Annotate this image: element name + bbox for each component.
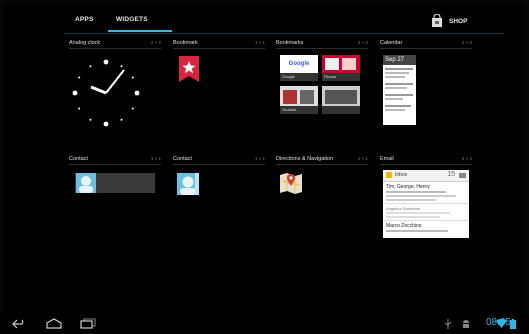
widget-divider [173,164,265,165]
widget-email[interactable]: Email 3 × 2 Inbox 15 Tim, George, Henry … [380,156,472,246]
widget-size: 2 × 2 [150,40,161,45]
widget-title: Contact [69,156,88,162]
widget-title: Bookmark [173,40,198,46]
widget-divider [380,48,472,49]
back-icon[interactable] [12,319,26,329]
email-count: 15 [447,171,455,178]
tab-divider [64,33,504,34]
email-account: Inbox [395,172,408,178]
email-sender: Marco Zecchino [386,223,422,229]
widget-analog-clock[interactable]: Analog clock 2 × 2 [69,40,161,140]
widget-size: 2 × 3 [461,40,472,45]
bookmark-label: Picasa [322,73,360,81]
usb-icon [444,319,452,329]
email-account-icon [386,172,392,178]
widget-bookmark[interactable]: Bookmark 1 × 1 [173,40,265,140]
map-icon [280,173,302,194]
screen: APPS WIDGETS SHOP Analog clock 2 × 2 Boo… [4,4,525,314]
recent-apps-icon[interactable] [80,318,96,329]
compose-icon [459,173,466,178]
contact-avatar-icon [177,173,199,195]
widget-divider [276,164,368,165]
contact-avatar-icon [76,173,96,193]
battery-icon [510,319,516,329]
system-navigation-bar: 08:05 [0,314,529,334]
widget-size: 3 × 3 [357,40,368,45]
widget-calendar[interactable]: Calendar 2 × 3 Sep 27 [380,40,472,140]
calendar-date: Sep 27 [383,55,416,65]
widget-contact-wide[interactable]: Contact 3 × 1 [69,156,161,246]
widget-title: Analog clock [69,40,101,46]
tab-apps[interactable]: APPS [75,16,94,23]
widget-title: Email [380,156,394,162]
widget-title: Calendar [380,40,403,46]
bookmark-thumb-google: Google Google [280,55,318,81]
widget-size: 3 × 1 [150,156,161,161]
widget-contact[interactable]: Contact 1 × 1 [173,156,265,246]
email-sender: Angelina Santhowe [386,206,421,211]
widget-title: Directions & Navigation [276,156,334,162]
bookmark-thumb-4 [322,86,360,114]
widget-title: Bookmarks [276,40,304,46]
widget-directions-navigation[interactable]: Directions & Navigation 1 × 1 [276,156,368,246]
widget-bookmarks[interactable]: Bookmarks 3 × 3 Google Google Picasa You… [276,40,368,140]
shop-button[interactable]: SHOP [431,13,467,29]
widget-divider [276,48,368,49]
bookmark-thumb-picasa: Picasa [322,55,360,81]
bookmark-label: Youtube [280,106,318,114]
widget-divider [380,164,472,165]
active-tab-indicator [108,30,172,32]
shop-label: SHOP [449,17,468,25]
bookmark-label: Google [280,73,318,81]
widget-size: 3 × 2 [461,156,472,161]
bookmark-thumb-youtube: Youtube [280,86,318,114]
email-header: Inbox 15 [383,170,469,182]
widget-divider [69,48,161,49]
email-preview: Inbox 15 Tim, George, Henry Angelina San… [383,170,469,238]
widget-divider [173,48,265,49]
tab-widgets[interactable]: WIDGETS [116,16,148,23]
home-icon[interactable] [46,318,62,329]
android-debug-icon [463,320,469,328]
widget-size: 1 × 1 [254,156,265,161]
bookmark-star-icon [179,56,199,82]
calendar-preview: Sep 27 [383,55,416,125]
widget-title: Contact [173,156,192,162]
wifi-icon [496,319,507,328]
widget-size: 1 × 1 [357,156,368,161]
email-sender: Tim, George, Henry [386,184,430,190]
widget-divider [69,164,161,165]
analog-clock-preview [72,59,140,127]
widget-size: 1 × 1 [254,40,265,45]
shop-bag-icon [432,14,442,27]
